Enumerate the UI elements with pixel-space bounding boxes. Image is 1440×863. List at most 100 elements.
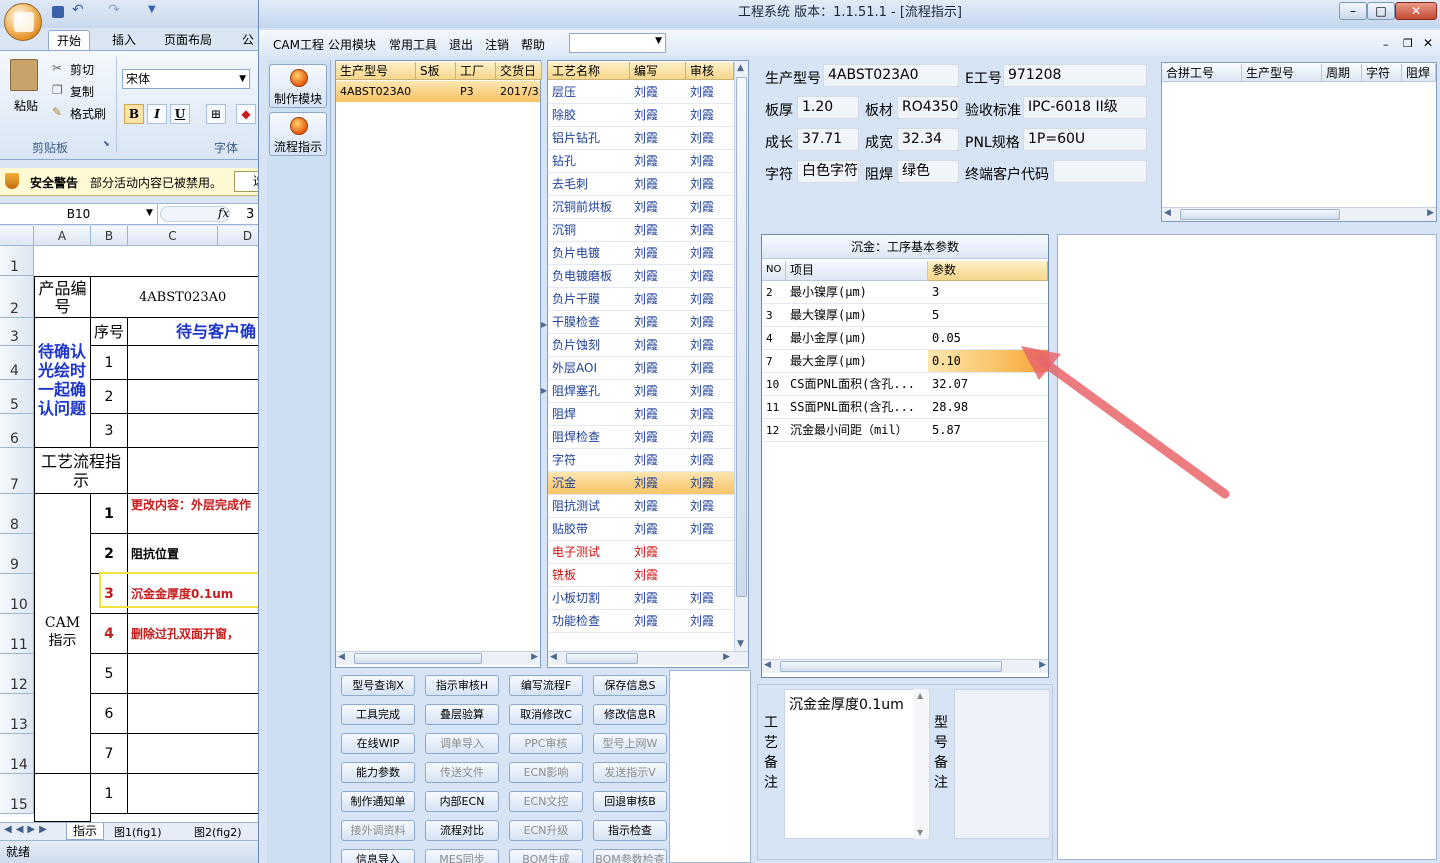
name-box[interactable]: B10: [0, 204, 158, 224]
paste-label[interactable]: 粘贴: [14, 97, 38, 114]
menu-common-tools[interactable]: 常用工具: [389, 36, 437, 53]
process-row[interactable]: 铝片钻孔 刘霞 刘霞: [548, 127, 734, 150]
row-header[interactable]: 4: [0, 346, 34, 380]
params-panel[interactable]: 沉金：工序基本参数 NO 项目 参数 2 最小镍厚(μm) 3 3 最大镍厚(μm) 5 4…: [761, 234, 1049, 678]
process-row[interactable]: 沉铜前烘板 刘霞 刘霞: [548, 196, 734, 219]
action-button[interactable]: 型号查询X: [341, 675, 415, 696]
cell-empty[interactable]: [128, 734, 262, 774]
toolbar-dropdown[interactable]: ▼: [569, 33, 666, 53]
formula-value[interactable]: 3: [246, 207, 254, 222]
scroll-right-icon[interactable]: ▶: [723, 652, 730, 662]
thickness-field[interactable]: 1.20: [797, 96, 859, 119]
scroll-down-icon[interactable]: ▼: [917, 828, 923, 837]
scroll-left-icon[interactable]: ◀: [550, 652, 557, 662]
param-row[interactable]: 2 最小镍厚(μm) 3: [762, 281, 1048, 304]
cell-pending-label[interactable]: 待确认光绘时一起确认问题: [34, 318, 91, 448]
cell-product-no-label[interactable]: 产品编号: [34, 276, 91, 318]
merge-table[interactable]: 合拼工号 生产型号 周期 字符 阻焊 ◀ ▶: [1161, 62, 1437, 222]
process-row[interactable]: 外层AOI 刘霞 刘霞: [548, 357, 734, 380]
row-header[interactable]: 14: [0, 734, 34, 774]
menu-help[interactable]: 帮助: [521, 36, 545, 53]
customer-code-field[interactable]: [1053, 160, 1147, 183]
cell-empty[interactable]: [128, 448, 262, 494]
horizontal-scrollbar[interactable]: ◀ ▶: [548, 651, 748, 665]
column-header[interactable]: C: [128, 226, 218, 246]
cell-cam-2[interactable]: 阻抗位置: [128, 534, 262, 574]
param-row[interactable]: 10 CS面PNL面积(含孔... 32.07: [762, 373, 1048, 396]
standard-field[interactable]: IPC-6018 II级: [1023, 96, 1147, 119]
scroll-left-icon[interactable]: ◀: [1164, 208, 1171, 218]
scroll-right-icon[interactable]: ▶: [1039, 660, 1046, 670]
col-header[interactable]: 工艺名称: [548, 62, 630, 80]
process-row[interactable]: 去毛刺 刘霞 刘霞: [548, 173, 734, 196]
sheet-tab[interactable]: 图1(fig1): [114, 824, 162, 840]
material-field[interactable]: RO4350E: [897, 96, 959, 119]
action-button[interactable]: ECN影响: [509, 762, 583, 783]
process-row[interactable]: 电子测试 刘霞: [548, 541, 734, 564]
col-header[interactable]: 生产型号: [1242, 64, 1322, 82]
make-module-button[interactable]: 制作模块: [269, 64, 327, 108]
process-row[interactable]: 沉金 刘霞 刘霞: [548, 472, 734, 495]
row-header[interactable]: 6: [0, 414, 34, 448]
cell-empty[interactable]: [128, 346, 262, 380]
action-button[interactable]: 传送文件: [425, 762, 499, 783]
column-header[interactable]: A: [34, 226, 91, 246]
undo-icon[interactable]: ↶: [72, 2, 84, 18]
cell-seq[interactable]: 3: [91, 414, 128, 448]
flow-instruction-button[interactable]: 流程指示: [269, 112, 327, 156]
col-header[interactable]: 字符: [1362, 64, 1402, 82]
row-header[interactable]: 11: [0, 614, 34, 654]
scroll-thumb[interactable]: [780, 661, 1002, 672]
mdi-minimize-icon[interactable]: –: [1383, 38, 1389, 51]
redo-icon[interactable]: ↷: [108, 2, 120, 18]
process-row[interactable]: 阻抗测试 刘霞 刘霞: [548, 495, 734, 518]
row-header[interactable]: 8: [0, 494, 34, 534]
param-row[interactable]: 7 最大金厚(μm) 0.10: [762, 350, 1048, 373]
cell-empty[interactable]: [34, 774, 91, 822]
cell-empty[interactable]: [128, 414, 262, 448]
col-header[interactable]: 阻焊: [1402, 64, 1436, 82]
process-row[interactable]: 阻焊 刘霞 刘霞: [548, 403, 734, 426]
process-row[interactable]: 功能检查 刘霞 刘霞: [548, 610, 734, 633]
row-header[interactable]: 12: [0, 654, 34, 694]
cell-seq[interactable]: 1: [91, 494, 128, 534]
cell-pending-header[interactable]: 待与客户确: [128, 318, 262, 346]
horizontal-scrollbar[interactable]: ◀ ▶: [1162, 207, 1436, 221]
spreadsheet-grid[interactable]: A B C D 1 2 3 4 5 6 7 8 9 10 11 12 13 14…: [0, 226, 262, 822]
action-button[interactable]: 流程对比: [425, 820, 499, 841]
action-button[interactable]: 内部ECN: [425, 791, 499, 812]
paste-icon[interactable]: [10, 59, 38, 91]
fill-color-icon[interactable]: ◆: [236, 104, 256, 124]
row-header[interactable]: 9: [0, 534, 34, 574]
cell-seq[interactable]: 4: [91, 614, 128, 654]
process-row[interactable]: 贴胶带 刘霞 刘霞: [548, 518, 734, 541]
scroll-right-icon[interactable]: ▶: [531, 652, 538, 662]
process-row[interactable]: 负电镀磨板 刘霞 刘霞: [548, 265, 734, 288]
cell-empty[interactable]: [128, 654, 262, 694]
width-field[interactable]: 32.34: [897, 128, 959, 151]
dialog-launcher-icon[interactable]: ⬊: [103, 139, 110, 148]
col-header[interactable]: 合拼工号: [1162, 64, 1242, 82]
cell-cam-1[interactable]: 更改内容：外层完成作: [128, 494, 262, 534]
process-table[interactable]: 工艺名称 编写 审核 层压 刘霞 刘霞 除胶 刘霞 刘霞 铝片钻孔 刘霞 刘霞 钻孔 刘霞 刘霞 去毛刺…: [547, 60, 749, 668]
action-button[interactable]: 接外调资料: [341, 820, 415, 841]
row-header[interactable]: 15: [0, 774, 34, 814]
param-row[interactable]: 4 最小金厚(μm) 0.05: [762, 327, 1048, 350]
param-row[interactable]: 12 沉金最小间距（mil） 5.87: [762, 419, 1048, 442]
column-header[interactable]: B: [91, 226, 128, 246]
chevron-down-icon[interactable]: ▼: [146, 208, 153, 218]
sheet-nav-icon[interactable]: ◀◀▶▶: [4, 824, 51, 835]
col-header[interactable]: 周期: [1322, 64, 1362, 82]
copy-button[interactable]: 复制: [70, 83, 94, 100]
char-field[interactable]: 白色字符: [797, 160, 859, 183]
horizontal-scrollbar[interactable]: ◀ ▶: [762, 659, 1048, 673]
action-button[interactable]: 取消修改C: [509, 704, 583, 725]
cell-seq[interactable]: 2: [91, 380, 128, 414]
process-row[interactable]: 沉铜 刘霞 刘霞: [548, 219, 734, 242]
menu-logout[interactable]: 注销: [485, 36, 509, 53]
process-row[interactable]: 负片干膜 刘霞 刘霞: [548, 288, 734, 311]
maximize-button[interactable]: □: [1367, 2, 1395, 20]
col-header[interactable]: 生产型号: [336, 62, 416, 80]
tab-formulas[interactable]: 公: [242, 30, 254, 50]
mdi-restore-icon[interactable]: ❐: [1403, 37, 1413, 50]
